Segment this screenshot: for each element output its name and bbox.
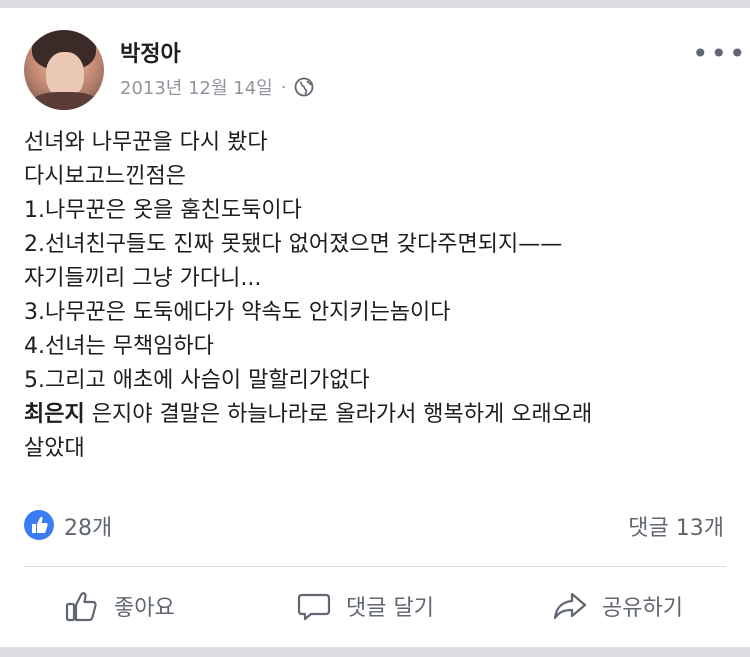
top-divider-band <box>0 0 750 8</box>
post-line: 1.나무꾼은 옷을 훔친도둑이다 <box>24 198 302 223</box>
comment-count[interactable]: 댓글 13개 <box>628 510 724 542</box>
post-date[interactable]: 2013년 12월 14일 <box>120 74 273 100</box>
like-reaction-icon[interactable] <box>24 510 54 540</box>
share-icon <box>553 592 587 620</box>
mention-link[interactable]: 최은지 <box>24 402 85 427</box>
post-line: 살았대 <box>24 436 85 461</box>
thumbs-up-icon <box>65 592 97 622</box>
author-name[interactable]: 박정아 <box>120 36 181 68</box>
bottom-divider-band <box>0 647 750 657</box>
post-line: 3.나무꾼은 도둑에다가 약속도 안지키는놈이다 <box>24 300 451 325</box>
comment-button-label: 댓글 달기 <box>346 596 434 621</box>
mention-text: 은지야 결말은 하늘나라로 올라가서 행복하게 오래오래 <box>84 402 593 427</box>
post-line: 4.선녀는 무책임하다 <box>24 334 214 359</box>
post-line: 2.선녀친구들도 진짜 못됐다 없어졌으면 갖다주면되지—— <box>24 232 563 257</box>
post-line: 선녀와 나무꾼을 다시 봤다 <box>24 130 268 155</box>
avatar[interactable] <box>24 30 104 110</box>
meta-separator: · <box>280 76 287 98</box>
avatar-shirt <box>30 92 100 110</box>
post-line: 5.그리고 애초에 사슴이 말할리가없다 <box>24 368 370 393</box>
more-options-icon[interactable]: ••• <box>692 40 748 68</box>
post-line: 다시보고느낀점은 <box>24 164 186 189</box>
comment-icon <box>297 593 331 621</box>
share-button-label: 공유하기 <box>602 596 683 621</box>
actions-divider <box>24 566 726 567</box>
share-button[interactable]: 공유하기 <box>552 586 683 626</box>
like-button-label: 좋아요 <box>114 596 175 621</box>
post-body: 선녀와 나무꾼을 다시 봤다 다시보고느낀점은 1.나무꾼은 옷을 훔친도둑이다… <box>24 126 724 466</box>
like-count[interactable]: 28개 <box>64 510 112 542</box>
globe-icon[interactable] <box>294 77 314 97</box>
post-line: 자기들끼리 그냥 가다니... <box>24 266 262 291</box>
like-button[interactable]: 좋아요 <box>64 586 175 626</box>
comment-button[interactable]: 댓글 달기 <box>296 586 434 626</box>
post-meta: 2013년 12월 14일 · <box>120 74 314 100</box>
post-line-mention: 최은지 은지야 결말은 하늘나라로 올라가서 행복하게 오래오래 <box>24 398 724 432</box>
